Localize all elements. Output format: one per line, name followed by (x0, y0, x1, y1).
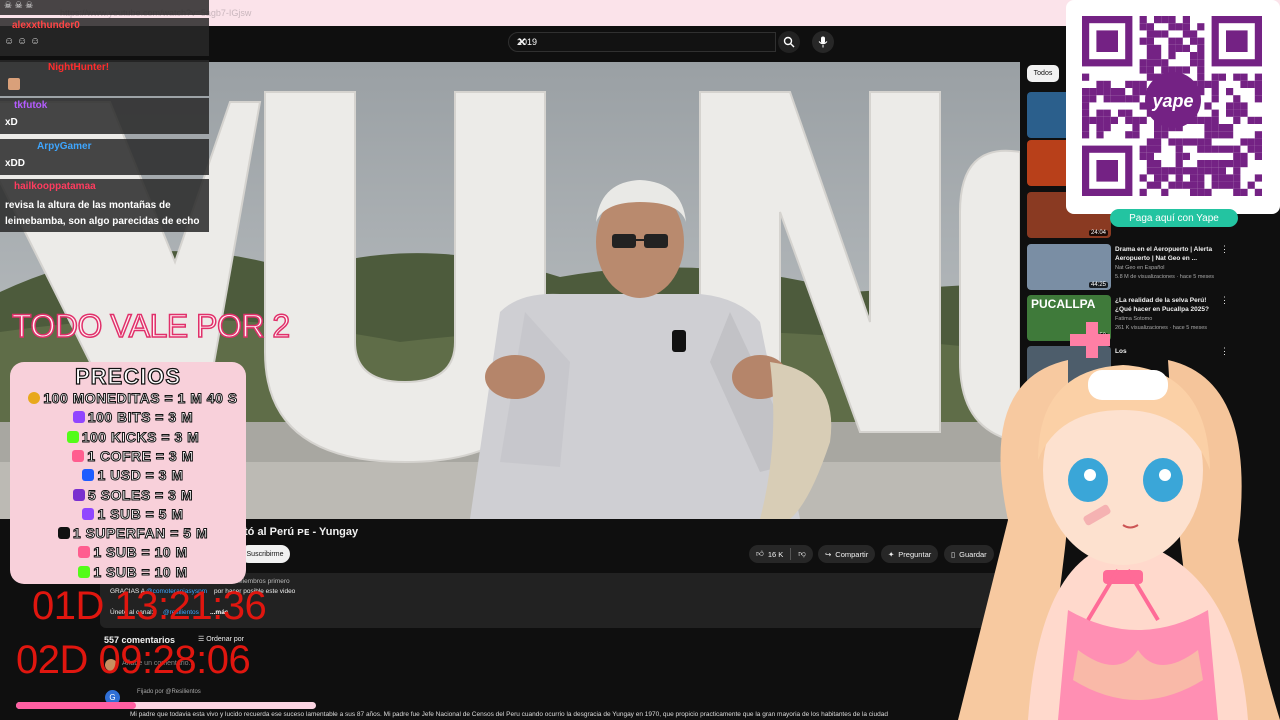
like-button[interactable]: 👍︎ 16 K 👎︎ (749, 545, 813, 563)
prices-panel: PRECIOS 100 MONEDITAS = 1 M 40 S 100 BITS… (10, 362, 246, 584)
price-text: 5 SOLES = 3 M (88, 486, 193, 503)
price-row: 100 BITS = 3 M (10, 409, 256, 426)
twitch-icon (82, 507, 95, 520)
stream-screen: https://www.youtube.com/watch?v=5agb7-IG… (0, 0, 1280, 720)
chat-username: hailkooppatamaa (14, 181, 96, 192)
chat-username: alexxthunder0 (12, 20, 80, 31)
price-row: 1 SUB = 5 M (10, 505, 256, 522)
chat-emote (8, 78, 20, 90)
price-row: 100 KICKS = 3 M (10, 428, 256, 445)
price-text: 1 SUB = 5 M (97, 505, 184, 522)
twitch-icon (72, 411, 85, 424)
price-text: 1 SUPERFAN = 5 M (72, 525, 209, 542)
chat-message: alexxthunder0 ☺ ☺ ☺ (0, 18, 209, 56)
share-icon: ↪ (825, 549, 832, 559)
search-button[interactable] (778, 31, 800, 53)
kick-icon (78, 565, 91, 578)
yape-icon (73, 488, 86, 501)
recommendation-title[interactable]: Drama en el Aeropuerto | Alerta Aeropuer… (1115, 245, 1223, 263)
search-icon (783, 36, 795, 48)
promo-headline: TODO VALE POR 2 (11, 307, 291, 345)
recommendation-title[interactable]: ¿La realidad de la selva Perú! ¿Qué hace… (1115, 296, 1223, 314)
more-options-icon[interactable]: ⋮ (1220, 295, 1229, 306)
video-title: tó al Perú ᴘᴇ - Yungay (244, 526, 359, 538)
chat-message: NightHunter! (0, 60, 209, 96)
price-text: 100 BITS = 3 M (87, 409, 194, 426)
price-text: 1 SUB = 10 M (93, 563, 188, 580)
price-text: 1 COFRE = 3 M (87, 447, 194, 464)
chat-username: NightHunter! (48, 62, 110, 73)
vtuber-avatar (958, 322, 1280, 720)
thumbs-up-icon: 👍︎ (756, 549, 764, 558)
first-comment-text: Mi padre que todavia esta vivo y lucido … (130, 711, 888, 718)
microphone-icon (818, 36, 828, 48)
prices-title: PRECIOS (74, 363, 182, 389)
clear-search-icon[interactable]: ✕ (517, 35, 769, 49)
chat-message: tkfutok xD (0, 98, 209, 134)
price-row: 1 COFRE = 3 M (10, 447, 256, 464)
price-text: 1 SUB = 10 M (93, 544, 188, 561)
price-text: 1 USD = 3 M (97, 467, 184, 484)
chat-emotes: ☠ ☠ ☠ (4, 0, 34, 10)
price-row: 1 USD = 3 M (10, 467, 256, 484)
filter-chip-all[interactable]: Todos (1027, 65, 1059, 82)
chat-text: xD (5, 117, 18, 128)
chat-username: tkfutok (14, 100, 48, 111)
chat-text: revisa la altura de las montañas de leim… (5, 200, 200, 227)
price-text: 100 MONEDITAS = 1 M 40 S (43, 390, 238, 407)
qr-code: yape (1082, 16, 1262, 196)
video-duration: 44:25 (1088, 282, 1108, 288)
thumbnail-caption: PUCALLPA (1031, 297, 1096, 311)
chat-emote-ghosts: ☺ ☺ ☺ (4, 36, 41, 47)
price-row: 5 SOLES = 3 M (10, 486, 256, 503)
chat-text: xDD (5, 158, 26, 169)
like-count: 16 K (767, 549, 784, 559)
progress-fill (16, 702, 136, 709)
share-label: Compartir (835, 549, 869, 559)
chat-username: ArpyGamer (37, 141, 92, 152)
yape-qr-card: yape (1066, 0, 1280, 214)
chest-icon (78, 546, 91, 559)
chat-row-top: ☠ ☠ ☠ (0, 0, 209, 15)
video-duration: 24:04 (1088, 230, 1108, 236)
share-button[interactable]: ↪ Compartir (818, 545, 876, 563)
tiktok-icon (57, 527, 70, 540)
progress-bar (16, 702, 316, 709)
voice-search-button[interactable] (812, 31, 834, 53)
timer-2: 02D 09:28:06 (16, 638, 251, 682)
price-text: 100 KICKS = 3 M (81, 428, 200, 445)
timer-1: 01D 13:21:36 (32, 584, 267, 628)
price-row: 100 MONEDITAS = 1 M 40 S (10, 390, 256, 407)
recommendation-thumbnail[interactable]: 44:25 (1027, 244, 1111, 290)
yape-pay-button[interactable]: Paga aquí con Yape (1110, 209, 1238, 227)
view-stats: 5.8 M de visualizaciones · hace 5 meses (1115, 274, 1215, 280)
chat-message: hailkooppatamaa revisa la altura de las … (0, 179, 209, 232)
thumbs-down-icon[interactable]: 👎︎ (798, 549, 806, 559)
coin-icon (28, 392, 41, 404)
sparkle-icon: ✦ (888, 549, 895, 559)
price-row: 1 SUPERFAN = 5 M (10, 525, 256, 542)
price-row: 1 SUB = 10 M (10, 563, 256, 580)
price-row: 1 SUB = 10 M (10, 544, 256, 561)
chest-icon (72, 449, 85, 462)
more-options-icon[interactable]: ⋮ (1220, 244, 1229, 255)
yape-logo-text: yape (1151, 91, 1193, 111)
pinned-label: Fijado por @Resilientos (137, 689, 201, 695)
chat-message: ArpyGamer xDD (0, 139, 209, 175)
paypal-icon (82, 469, 95, 482)
channel-name[interactable]: Nat Geo en Español (1115, 265, 1165, 271)
kick-icon (66, 430, 79, 443)
search-input[interactable]: 2019 ✕ (508, 32, 776, 52)
